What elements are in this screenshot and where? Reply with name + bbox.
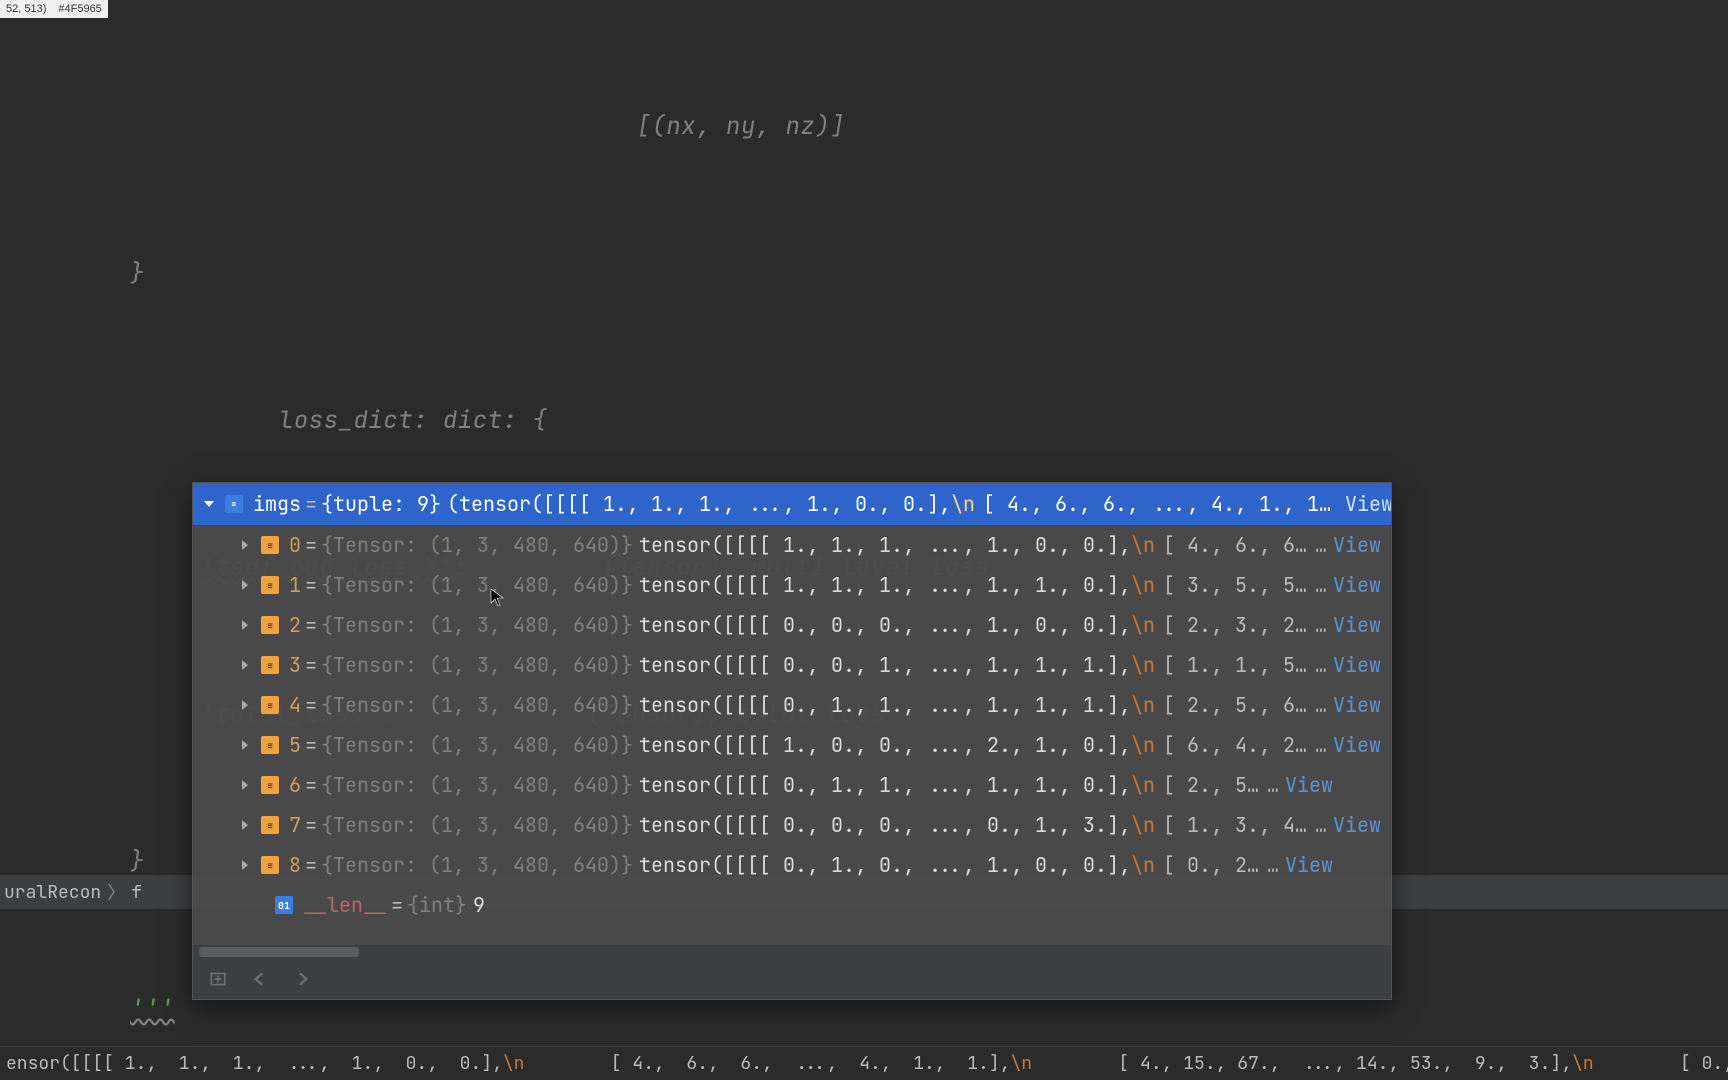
status-coords-bar: 52, 513) #4F5965 xyxy=(0,0,108,18)
view-link[interactable]: View xyxy=(1333,612,1381,638)
docstring-end: ''' xyxy=(130,984,175,1033)
chevron-right-icon[interactable] xyxy=(237,577,253,593)
chevron-right-icon[interactable] xyxy=(237,617,253,633)
tensor-icon: ≡ xyxy=(261,616,279,634)
pixel-hex: #4F5965 xyxy=(58,3,101,15)
chevron-right-icon[interactable] xyxy=(237,737,253,753)
view-link[interactable]: View xyxy=(1333,732,1381,758)
popup-nav-bar xyxy=(193,959,1391,999)
tensor-icon: ≡ xyxy=(261,696,279,714)
comment-line: [(nx, ny, nz)] xyxy=(130,102,845,151)
inspector-item-row[interactable]: ≡ 4= {Tensor: (1, 3, 480, 640)} tensor([… xyxy=(193,685,1391,725)
tensor-icon: ≡ xyxy=(261,736,279,754)
scrollbar-thumb[interactable] xyxy=(199,947,359,957)
debug-value-bar: ensor([[[[ 1., 1., 1., ..., 1., 0., 0.],… xyxy=(0,1046,1728,1080)
inspector-item-row[interactable]: ≡ 6= {Tensor: (1, 3, 480, 640)} tensor([… xyxy=(193,765,1391,805)
inspector-item-row[interactable]: ≡ 7= {Tensor: (1, 3, 480, 640)} tensor([… xyxy=(193,805,1391,845)
view-link[interactable]: View xyxy=(1285,852,1333,878)
inspector-item-row[interactable]: ≡ 5= {Tensor: (1, 3, 480, 640)} tensor([… xyxy=(193,725,1391,765)
comment-brace: } xyxy=(130,249,145,298)
chevron-down-icon[interactable] xyxy=(201,496,217,512)
tensor-icon: ≡ xyxy=(261,856,279,874)
tensor-icon: ≡ xyxy=(261,776,279,794)
inspector-len-row[interactable]: 01 __len__= {int} 9 xyxy=(193,885,1391,925)
chevron-right-icon[interactable] xyxy=(237,697,253,713)
debug-inspector-popup[interactable]: ≡ imgs = {tuple: 9} (tensor([[[[ 1., 1.,… xyxy=(192,482,1392,1000)
mouse-cursor-icon xyxy=(490,588,504,608)
int-icon: 01 xyxy=(275,896,293,914)
tensor-icon: ≡ xyxy=(261,656,279,674)
chevron-right-icon[interactable] xyxy=(237,537,253,553)
breadcrumb-item[interactable]: uralRecon xyxy=(4,881,101,904)
view-link[interactable]: View xyxy=(1333,812,1381,838)
popup-hscrollbar[interactable] xyxy=(193,945,1391,959)
chevron-right-icon[interactable] xyxy=(237,817,253,833)
view-link[interactable]: View xyxy=(1333,652,1381,678)
inspector-root-row[interactable]: ≡ imgs = {tuple: 9} (tensor([[[[ 1., 1.,… xyxy=(193,483,1391,525)
inspector-item-row[interactable]: ≡ 1= {Tensor: (1, 3, 480, 640)} tensor([… xyxy=(193,565,1391,605)
add-watch-icon[interactable] xyxy=(207,968,229,990)
cursor-coords: 52, 513) xyxy=(6,3,46,15)
chevron-right-icon: 〉 xyxy=(107,879,125,905)
inspector-item-row[interactable]: ≡ 3= {Tensor: (1, 3, 480, 640)} tensor([… xyxy=(193,645,1391,685)
inspector-item-row[interactable]: ≡ 2= {Tensor: (1, 3, 480, 640)} tensor([… xyxy=(193,605,1391,645)
view-link[interactable]: View xyxy=(1285,772,1333,798)
breadcrumb-item[interactable]: f xyxy=(131,881,142,904)
chevron-right-icon[interactable] xyxy=(237,857,253,873)
inspector-item-row[interactable]: ≡ 8= {Tensor: (1, 3, 480, 640)} tensor([… xyxy=(193,845,1391,885)
nav-back-icon[interactable] xyxy=(249,968,271,990)
tensor-icon: ≡ xyxy=(261,536,279,554)
view-link[interactable]: View xyxy=(1333,692,1381,718)
nav-forward-icon[interactable] xyxy=(291,968,313,990)
tensor-icon: ≡ xyxy=(261,576,279,594)
view-link[interactable]: View xyxy=(1333,532,1381,558)
view-link[interactable]: View xyxy=(1345,491,1391,517)
comment-lossdict: loss_dict: dict: { xyxy=(130,396,547,445)
tuple-icon: ≡ xyxy=(225,495,243,513)
chevron-right-icon[interactable] xyxy=(237,777,253,793)
view-link[interactable]: View xyxy=(1333,572,1381,598)
tensor-icon: ≡ xyxy=(261,816,279,834)
chevron-right-icon[interactable] xyxy=(237,657,253,673)
inspector-item-row[interactable]: ≡ 0= {Tensor: (1, 3, 480, 640)} tensor([… xyxy=(193,525,1391,565)
